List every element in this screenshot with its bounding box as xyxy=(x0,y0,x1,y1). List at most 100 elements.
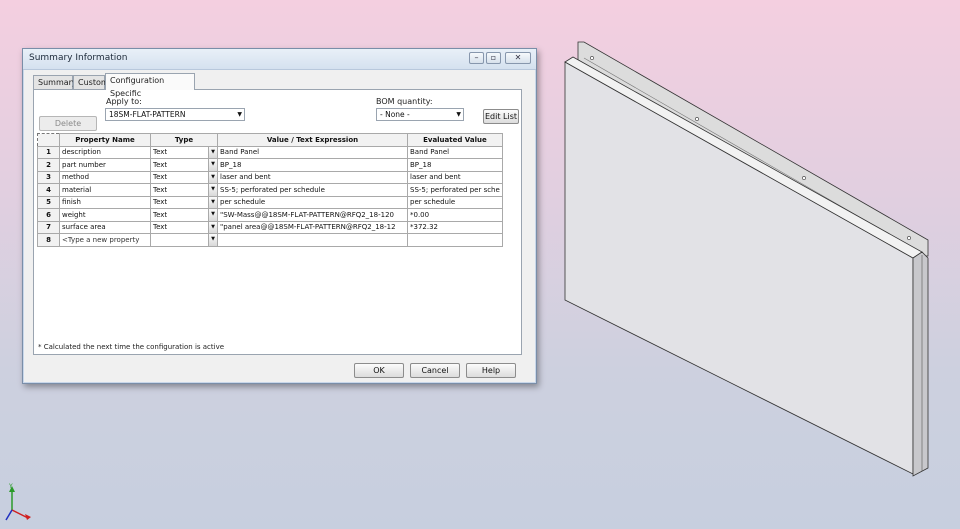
evaluated-value-cell: laser and bent xyxy=(407,170,503,184)
value-cell[interactable]: Band Panel xyxy=(217,145,408,159)
tab-configuration-specific[interactable]: Configuration Specific xyxy=(105,73,195,98)
help-button[interactable]: Help xyxy=(466,363,516,378)
property-name-cell[interactable]: weight xyxy=(59,208,151,222)
new-property-input[interactable]: <Type a new property xyxy=(59,233,151,247)
type-cell[interactable]: Text ▼ xyxy=(150,208,218,222)
configuration-specific-panel: Delete Apply to: 18SM-FLAT-PATTERN ▼ BOM… xyxy=(33,89,522,355)
bom-quantity-label: BOM quantity: xyxy=(376,97,433,106)
property-name-cell[interactable]: description xyxy=(59,145,151,159)
panel-face xyxy=(564,61,914,475)
cancel-button[interactable]: Cancel xyxy=(410,363,460,378)
evaluated-value-cell: *0.00 xyxy=(407,208,503,222)
row-number[interactable]: 4 xyxy=(37,183,60,197)
type-value: Text xyxy=(153,148,168,157)
table-row[interactable]: 3 method Text ▼ laser and bent laser and … xyxy=(37,170,503,184)
value-cell[interactable] xyxy=(217,233,408,247)
coordinate-triad-icon: Y xyxy=(4,482,34,528)
edit-list-button[interactable]: Edit List xyxy=(483,109,519,124)
flange-hole xyxy=(695,117,699,121)
chevron-down-icon[interactable]: ▼ xyxy=(208,209,217,221)
row-number[interactable]: 1 xyxy=(37,145,60,159)
value-cell[interactable]: laser and bent xyxy=(217,170,408,184)
row-number[interactable]: 3 xyxy=(37,170,60,184)
table-row[interactable]: 7 surface area Text ▼ "panel area@@18SM-F… xyxy=(37,220,503,234)
chevron-down-icon[interactable]: ▼ xyxy=(208,184,217,196)
bom-quantity-value: - None - xyxy=(380,110,410,119)
table-row[interactable]: 2 part number Text ▼ BP_18 BP_18 xyxy=(37,158,503,172)
apply-to-value: 18SM-FLAT-PATTERN xyxy=(109,110,186,119)
property-name-cell[interactable]: material xyxy=(59,183,151,197)
tab-summary[interactable]: Summary xyxy=(33,75,77,89)
chevron-down-icon[interactable]: ▼ xyxy=(208,159,217,171)
row-number[interactable]: 7 xyxy=(37,220,60,234)
table-row[interactable]: 4 material Text ▼ SS-5; perforated per sc… xyxy=(37,183,503,197)
apply-to-select[interactable]: 18SM-FLAT-PATTERN ▼ xyxy=(105,108,245,121)
type-cell[interactable]: Text ▼ xyxy=(150,158,218,172)
table-row[interactable]: 6 weight Text ▼ "SW-Mass@@18SM-FLAT-PATTE… xyxy=(37,208,503,222)
maximize-icon[interactable]: ▫ xyxy=(486,52,501,64)
column-header-property-name[interactable]: Property Name xyxy=(59,133,151,147)
evaluated-value-cell: BP_18 xyxy=(407,158,503,172)
type-cell[interactable]: Text ▼ xyxy=(150,145,218,159)
evaluated-value-cell: per schedule xyxy=(407,195,503,209)
table-row[interactable]: 1 description Text ▼ Band Panel Band Pane… xyxy=(37,145,503,159)
flange-hole xyxy=(802,176,806,180)
evaluated-value-cell: SS-5; perforated per sche xyxy=(407,183,503,197)
chevron-down-icon[interactable]: ▼ xyxy=(208,171,217,183)
value-cell[interactable]: per schedule xyxy=(217,195,408,209)
corner-cell[interactable] xyxy=(37,133,60,147)
table-row[interactable]: 5 finish Text ▼ per schedule per schedule xyxy=(37,195,503,209)
column-header-evaluated-value[interactable]: Evaluated Value xyxy=(407,133,503,147)
type-cell[interactable]: ▼ xyxy=(150,233,218,247)
chevron-down-icon[interactable]: ▼ xyxy=(208,221,217,233)
svg-text:Y: Y xyxy=(8,483,13,490)
evaluated-value-cell: Band Panel xyxy=(407,145,503,159)
evaluated-value-cell xyxy=(407,233,503,247)
calculation-footnote: * Calculated the next time the configura… xyxy=(38,343,225,351)
type-value: Text xyxy=(153,198,168,207)
bom-quantity-select[interactable]: - None - ▼ xyxy=(376,108,464,121)
property-name-cell[interactable]: finish xyxy=(59,195,151,209)
panel-right-edge xyxy=(912,251,929,477)
ok-button[interactable]: OK xyxy=(354,363,404,378)
chevron-down-icon[interactable]: ▼ xyxy=(208,146,217,158)
type-value: Text xyxy=(153,210,168,219)
flange-hole xyxy=(907,236,911,240)
column-header-value[interactable]: Value / Text Expression xyxy=(217,133,408,147)
minimize-icon[interactable]: – xyxy=(469,52,484,64)
properties-table: Property Name Type Value / Text Expressi… xyxy=(37,133,503,247)
type-cell[interactable]: Text ▼ xyxy=(150,220,218,234)
value-cell[interactable]: "panel area@@18SM-FLAT-PATTERN@RFQ2_18-1… xyxy=(217,220,408,234)
evaluated-value-cell: *372.32 xyxy=(407,220,503,234)
value-cell[interactable]: SS-5; perforated per schedule xyxy=(217,183,408,197)
property-name-cell[interactable]: surface area xyxy=(59,220,151,234)
delete-button[interactable]: Delete xyxy=(39,116,97,131)
chevron-down-icon[interactable]: ▼ xyxy=(208,196,217,208)
tab-custom[interactable]: Custom xyxy=(73,75,109,89)
type-value: Text xyxy=(153,173,168,182)
chevron-down-icon[interactable]: ▼ xyxy=(208,234,217,246)
close-icon[interactable]: ✕ xyxy=(505,52,531,64)
property-name-cell[interactable]: part number xyxy=(59,158,151,172)
value-cell[interactable]: BP_18 xyxy=(217,158,408,172)
type-cell[interactable]: Text ▼ xyxy=(150,195,218,209)
title-bar: Summary Information – ▫ ✕ xyxy=(23,49,536,70)
type-cell[interactable]: Text ▼ xyxy=(150,170,218,184)
type-cell[interactable]: Text ▼ xyxy=(150,183,218,197)
row-number[interactable]: 5 xyxy=(37,195,60,209)
row-number[interactable]: 8 xyxy=(37,233,60,247)
table-row-new[interactable]: 8 <Type a new property ▼ xyxy=(37,233,503,247)
dialog-title: Summary Information xyxy=(29,53,128,63)
type-value: Text xyxy=(153,185,168,194)
property-name-cell[interactable]: method xyxy=(59,170,151,184)
chevron-down-icon: ▼ xyxy=(237,111,242,118)
flange-hole xyxy=(590,56,594,60)
type-value: Text xyxy=(153,223,168,232)
summary-information-dialog: Summary Information – ▫ ✕ Summary Custom… xyxy=(22,48,537,384)
row-number[interactable]: 2 xyxy=(37,158,60,172)
table-header-row: Property Name Type Value / Text Expressi… xyxy=(37,133,503,147)
column-header-type[interactable]: Type xyxy=(150,133,218,147)
value-cell[interactable]: "SW-Mass@@18SM-FLAT-PATTERN@RFQ2_18-120 xyxy=(217,208,408,222)
chevron-down-icon: ▼ xyxy=(456,111,461,118)
row-number[interactable]: 6 xyxy=(37,208,60,222)
